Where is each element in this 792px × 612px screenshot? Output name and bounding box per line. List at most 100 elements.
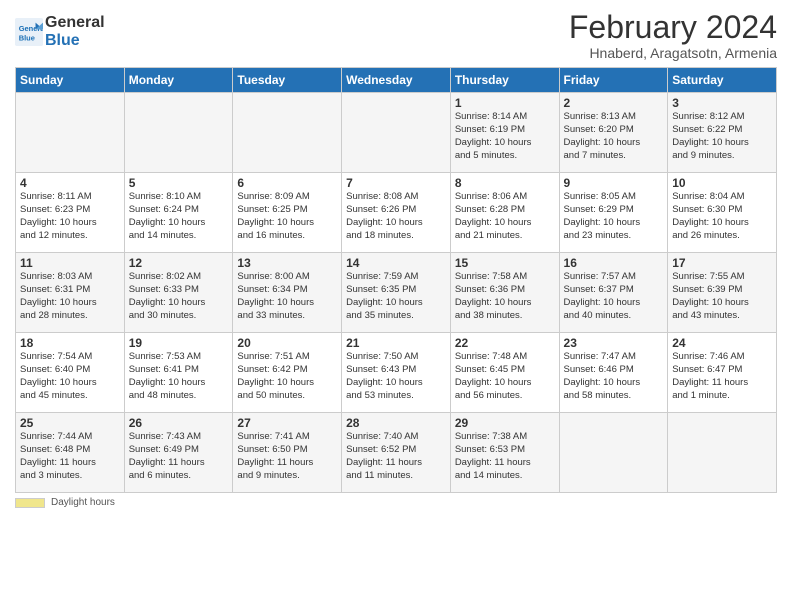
calendar-cell: 10Sunrise: 8:04 AM Sunset: 6:30 PM Dayli… <box>668 173 777 253</box>
day-number: 7 <box>346 176 446 190</box>
day-info: Sunrise: 8:00 AM Sunset: 6:34 PM Dayligh… <box>237 271 337 322</box>
daylight-label: Daylight hours <box>51 497 115 508</box>
calendar-week-row: 25Sunrise: 7:44 AM Sunset: 6:48 PM Dayli… <box>16 413 777 493</box>
day-number: 21 <box>346 336 446 350</box>
day-number: 13 <box>237 256 337 270</box>
calendar-cell <box>124 93 233 173</box>
day-info: Sunrise: 8:05 AM Sunset: 6:29 PM Dayligh… <box>564 191 664 242</box>
header: General Blue General Blue February 2024 … <box>15 10 777 61</box>
day-number: 4 <box>20 176 120 190</box>
day-info: Sunrise: 8:09 AM Sunset: 6:25 PM Dayligh… <box>237 191 337 242</box>
footer: Daylight hours <box>15 497 777 508</box>
day-info: Sunrise: 7:53 AM Sunset: 6:41 PM Dayligh… <box>129 351 229 402</box>
day-info: Sunrise: 7:50 AM Sunset: 6:43 PM Dayligh… <box>346 351 446 402</box>
calendar-cell: 28Sunrise: 7:40 AM Sunset: 6:52 PM Dayli… <box>342 413 451 493</box>
day-info: Sunrise: 7:55 AM Sunset: 6:39 PM Dayligh… <box>672 271 772 322</box>
calendar-cell: 27Sunrise: 7:41 AM Sunset: 6:50 PM Dayli… <box>233 413 342 493</box>
calendar-cell <box>342 93 451 173</box>
svg-text:Blue: Blue <box>19 33 35 42</box>
calendar-cell: 16Sunrise: 7:57 AM Sunset: 6:37 PM Dayli… <box>559 253 668 333</box>
main-title: February 2024 <box>569 10 777 45</box>
calendar-cell: 19Sunrise: 7:53 AM Sunset: 6:41 PM Dayli… <box>124 333 233 413</box>
calendar-cell: 26Sunrise: 7:43 AM Sunset: 6:49 PM Dayli… <box>124 413 233 493</box>
calendar-cell: 12Sunrise: 8:02 AM Sunset: 6:33 PM Dayli… <box>124 253 233 333</box>
calendar-cell <box>16 93 125 173</box>
day-number: 28 <box>346 416 446 430</box>
calendar-cell: 20Sunrise: 7:51 AM Sunset: 6:42 PM Dayli… <box>233 333 342 413</box>
day-number: 3 <box>672 96 772 110</box>
day-info: Sunrise: 8:11 AM Sunset: 6:23 PM Dayligh… <box>20 191 120 242</box>
day-number: 29 <box>455 416 555 430</box>
calendar-cell: 2Sunrise: 8:13 AM Sunset: 6:20 PM Daylig… <box>559 93 668 173</box>
calendar-day-header: Saturday <box>668 68 777 93</box>
day-info: Sunrise: 7:41 AM Sunset: 6:50 PM Dayligh… <box>237 431 337 482</box>
calendar-cell: 4Sunrise: 8:11 AM Sunset: 6:23 PM Daylig… <box>16 173 125 253</box>
day-info: Sunrise: 8:02 AM Sunset: 6:33 PM Dayligh… <box>129 271 229 322</box>
day-info: Sunrise: 7:54 AM Sunset: 6:40 PM Dayligh… <box>20 351 120 402</box>
calendar-cell <box>668 413 777 493</box>
calendar-week-row: 1Sunrise: 8:14 AM Sunset: 6:19 PM Daylig… <box>16 93 777 173</box>
day-info: Sunrise: 7:38 AM Sunset: 6:53 PM Dayligh… <box>455 431 555 482</box>
logo: General Blue General Blue <box>15 14 105 49</box>
day-info: Sunrise: 8:06 AM Sunset: 6:28 PM Dayligh… <box>455 191 555 242</box>
calendar-cell <box>559 413 668 493</box>
day-number: 17 <box>672 256 772 270</box>
day-info: Sunrise: 7:40 AM Sunset: 6:52 PM Dayligh… <box>346 431 446 482</box>
calendar-day-header: Thursday <box>450 68 559 93</box>
logo-icon: General Blue <box>15 18 43 46</box>
calendar-cell: 1Sunrise: 8:14 AM Sunset: 6:19 PM Daylig… <box>450 93 559 173</box>
day-number: 24 <box>672 336 772 350</box>
day-info: Sunrise: 7:51 AM Sunset: 6:42 PM Dayligh… <box>237 351 337 402</box>
day-number: 14 <box>346 256 446 270</box>
logo-text: General Blue <box>45 14 105 49</box>
day-info: Sunrise: 8:04 AM Sunset: 6:30 PM Dayligh… <box>672 191 772 242</box>
day-number: 27 <box>237 416 337 430</box>
day-number: 12 <box>129 256 229 270</box>
day-info: Sunrise: 8:10 AM Sunset: 6:24 PM Dayligh… <box>129 191 229 242</box>
calendar-cell: 29Sunrise: 7:38 AM Sunset: 6:53 PM Dayli… <box>450 413 559 493</box>
calendar-day-header: Friday <box>559 68 668 93</box>
calendar-cell: 17Sunrise: 7:55 AM Sunset: 6:39 PM Dayli… <box>668 253 777 333</box>
calendar-cell: 9Sunrise: 8:05 AM Sunset: 6:29 PM Daylig… <box>559 173 668 253</box>
day-number: 22 <box>455 336 555 350</box>
day-info: Sunrise: 7:59 AM Sunset: 6:35 PM Dayligh… <box>346 271 446 322</box>
calendar-week-row: 4Sunrise: 8:11 AM Sunset: 6:23 PM Daylig… <box>16 173 777 253</box>
day-info: Sunrise: 8:03 AM Sunset: 6:31 PM Dayligh… <box>20 271 120 322</box>
day-info: Sunrise: 7:58 AM Sunset: 6:36 PM Dayligh… <box>455 271 555 322</box>
calendar-cell: 7Sunrise: 8:08 AM Sunset: 6:26 PM Daylig… <box>342 173 451 253</box>
calendar-day-header: Monday <box>124 68 233 93</box>
calendar-week-row: 11Sunrise: 8:03 AM Sunset: 6:31 PM Dayli… <box>16 253 777 333</box>
calendar-cell: 25Sunrise: 7:44 AM Sunset: 6:48 PM Dayli… <box>16 413 125 493</box>
calendar-cell <box>233 93 342 173</box>
calendar-cell: 15Sunrise: 7:58 AM Sunset: 6:36 PM Dayli… <box>450 253 559 333</box>
calendar-header-row: SundayMondayTuesdayWednesdayThursdayFrid… <box>16 68 777 93</box>
calendar-day-header: Wednesday <box>342 68 451 93</box>
subtitle: Hnaberd, Aragatsotn, Armenia <box>569 45 777 61</box>
day-number: 2 <box>564 96 664 110</box>
day-number: 10 <box>672 176 772 190</box>
calendar-cell: 8Sunrise: 8:06 AM Sunset: 6:28 PM Daylig… <box>450 173 559 253</box>
day-info: Sunrise: 8:13 AM Sunset: 6:20 PM Dayligh… <box>564 111 664 162</box>
day-number: 1 <box>455 96 555 110</box>
day-number: 23 <box>564 336 664 350</box>
calendar-cell: 18Sunrise: 7:54 AM Sunset: 6:40 PM Dayli… <box>16 333 125 413</box>
day-number: 5 <box>129 176 229 190</box>
calendar-cell: 14Sunrise: 7:59 AM Sunset: 6:35 PM Dayli… <box>342 253 451 333</box>
day-number: 26 <box>129 416 229 430</box>
day-number: 11 <box>20 256 120 270</box>
calendar-table: SundayMondayTuesdayWednesdayThursdayFrid… <box>15 67 777 493</box>
calendar-cell: 5Sunrise: 8:10 AM Sunset: 6:24 PM Daylig… <box>124 173 233 253</box>
calendar-cell: 21Sunrise: 7:50 AM Sunset: 6:43 PM Dayli… <box>342 333 451 413</box>
day-number: 19 <box>129 336 229 350</box>
day-info: Sunrise: 7:48 AM Sunset: 6:45 PM Dayligh… <box>455 351 555 402</box>
day-info: Sunrise: 7:44 AM Sunset: 6:48 PM Dayligh… <box>20 431 120 482</box>
calendar-cell: 22Sunrise: 7:48 AM Sunset: 6:45 PM Dayli… <box>450 333 559 413</box>
calendar-cell: 13Sunrise: 8:00 AM Sunset: 6:34 PM Dayli… <box>233 253 342 333</box>
calendar-cell: 3Sunrise: 8:12 AM Sunset: 6:22 PM Daylig… <box>668 93 777 173</box>
day-number: 6 <box>237 176 337 190</box>
day-number: 15 <box>455 256 555 270</box>
day-info: Sunrise: 7:57 AM Sunset: 6:37 PM Dayligh… <box>564 271 664 322</box>
day-info: Sunrise: 7:43 AM Sunset: 6:49 PM Dayligh… <box>129 431 229 482</box>
calendar-cell: 6Sunrise: 8:09 AM Sunset: 6:25 PM Daylig… <box>233 173 342 253</box>
day-info: Sunrise: 8:12 AM Sunset: 6:22 PM Dayligh… <box>672 111 772 162</box>
